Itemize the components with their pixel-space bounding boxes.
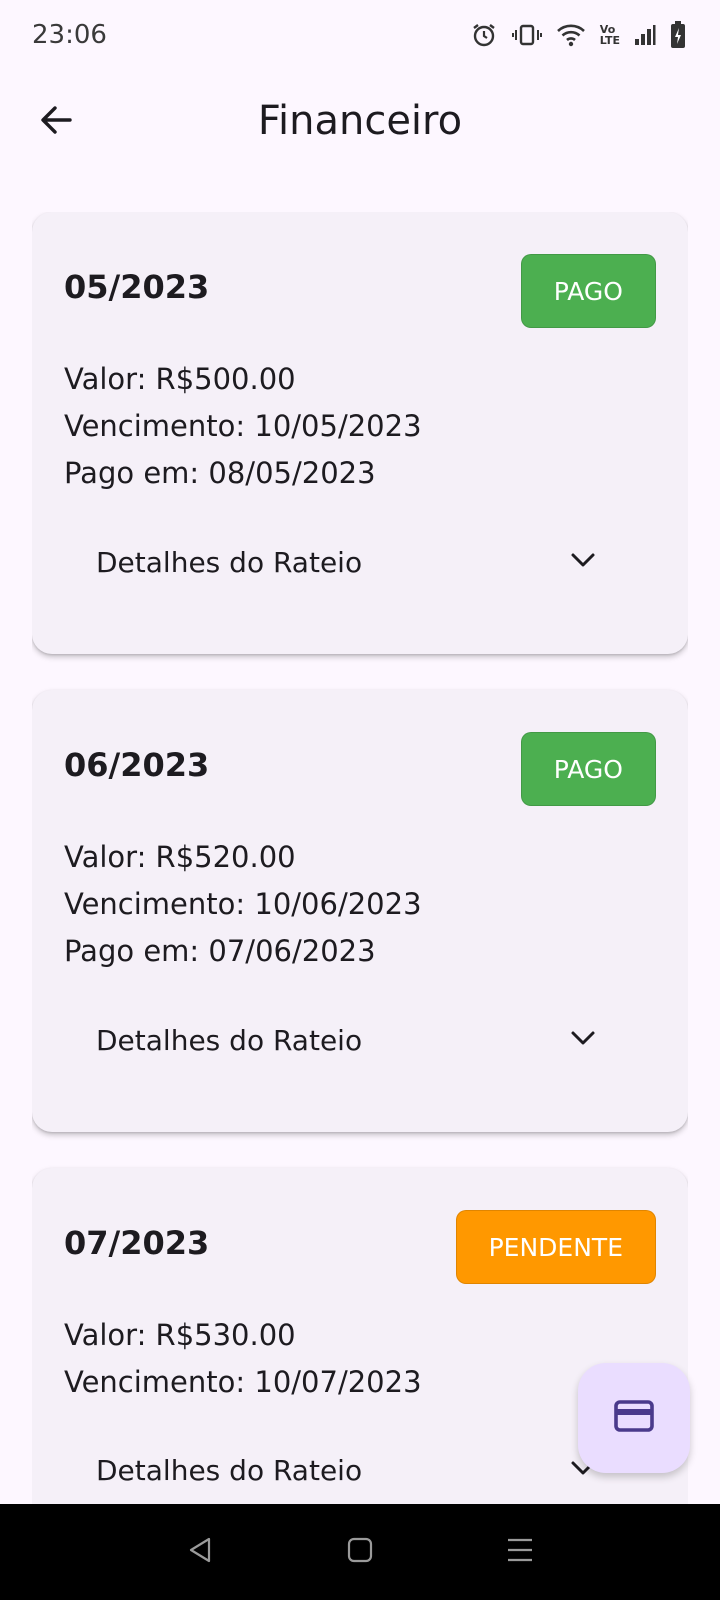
status-icons: Vo LTE (470, 21, 686, 49)
status-badge: PAGO (520, 732, 656, 806)
card-period: 07/2023 (64, 1224, 210, 1262)
status-badge: PAGO (520, 254, 656, 328)
home-square-icon (347, 1537, 373, 1567)
page-title: Financeiro (257, 98, 463, 144)
card-due-date: Vencimento: 10/05/2023 (64, 409, 422, 443)
signal-icon (634, 24, 656, 46)
alarm-icon (470, 21, 498, 49)
nav-home-button[interactable] (330, 1522, 390, 1582)
payment-card: 06/2023 PAGO Valor: R$520.00 Vencimento:… (32, 690, 688, 1132)
rateio-details-expander[interactable]: Detalhes do Rateio (64, 1438, 656, 1502)
card-value: Valor: R$530.00 (64, 1318, 296, 1352)
credit-card-icon (614, 1400, 654, 1436)
card-paid-date: Pago em: 07/06/2023 (64, 934, 376, 968)
card-details: Valor: R$520.00 Vencimento: 10/06/2023 P… (64, 834, 422, 975)
card-details: Valor: R$500.00 Vencimento: 10/05/2023 P… (64, 356, 422, 497)
rateio-details-expander[interactable]: Detalhes do Rateio (64, 1008, 656, 1072)
nav-recents-button[interactable] (490, 1522, 550, 1582)
card-period: 05/2023 (64, 268, 210, 306)
card-paid-date: Pago em: 08/05/2023 (64, 456, 376, 490)
card-due-date: Vencimento: 10/06/2023 (64, 887, 422, 921)
details-label: Detalhes do Rateio (96, 545, 363, 579)
details-label: Detalhes do Rateio (96, 1023, 363, 1057)
card-details: Valor: R$530.00 Vencimento: 10/07/2023 (64, 1312, 422, 1406)
wifi-icon (556, 22, 586, 48)
card-period: 06/2023 (64, 746, 210, 784)
app-bar: Financeiro (0, 70, 720, 174)
status-time: 23:06 (32, 20, 107, 50)
volte-icon: Vo LTE (600, 24, 620, 46)
payment-list[interactable]: 05/2023 PAGO Valor: R$500.00 Vencimento:… (32, 212, 688, 1504)
details-label: Detalhes do Rateio (96, 1453, 363, 1487)
chevron-down-icon (570, 1030, 596, 1050)
system-nav-bar (0, 1504, 720, 1600)
payment-card: 05/2023 PAGO Valor: R$500.00 Vencimento:… (32, 212, 688, 654)
battery-charging-icon (670, 21, 686, 49)
recents-menu-icon (506, 1537, 534, 1567)
card-due-date: Vencimento: 10/07/2023 (64, 1365, 422, 1399)
status-bar: 23:06 Vo LTE (0, 0, 720, 70)
back-triangle-icon (187, 1536, 213, 1568)
card-value: Valor: R$520.00 (64, 840, 296, 874)
volte-label-bottom: LTE (599, 34, 620, 47)
chevron-down-icon (570, 552, 596, 572)
card-value: Valor: R$500.00 (64, 362, 296, 396)
vibrate-icon (511, 21, 542, 49)
nav-back-button[interactable] (170, 1522, 230, 1582)
status-badge: PENDENTE (455, 1210, 656, 1284)
payment-fab-button[interactable] (578, 1363, 690, 1473)
rateio-details-expander[interactable]: Detalhes do Rateio (64, 530, 656, 594)
